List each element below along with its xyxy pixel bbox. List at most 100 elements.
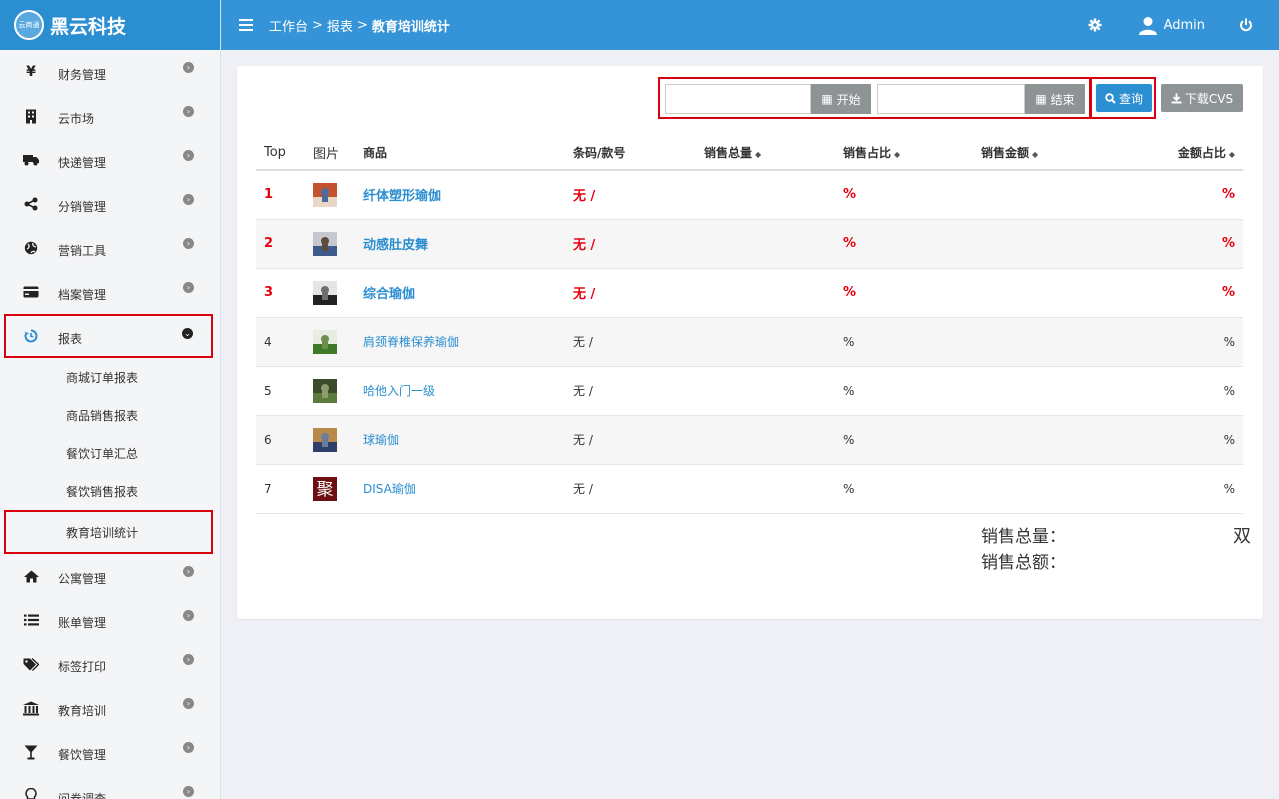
topbar: 工作台 > 报表 > 教育培训统计 Admin bbox=[221, 0, 1279, 50]
sidebar-item[interactable]: 账单管理 › bbox=[0, 598, 220, 642]
user-icon bbox=[1138, 17, 1157, 35]
summary: 销售总量： 双 销售总额： bbox=[981, 522, 1251, 574]
query-button[interactable]: 查询 bbox=[1096, 84, 1152, 112]
rank-cell: 3 bbox=[256, 268, 305, 318]
product-link[interactable]: 球瑜伽 bbox=[363, 433, 399, 447]
table-row: 5 哈他入门一级 无 /%% bbox=[256, 366, 1243, 416]
col-header-total-qty[interactable]: 销售总量 ◆ bbox=[696, 136, 835, 171]
product-cell: 纤体塑形瑜伽 bbox=[355, 170, 565, 220]
start-date-input[interactable] bbox=[665, 84, 811, 114]
product-link[interactable]: 纤体塑形瑜伽 bbox=[363, 189, 441, 204]
table-row: 2 动感肚皮舞 无 /%% bbox=[256, 219, 1243, 269]
breadcrumb-item[interactable]: 报表 bbox=[327, 16, 353, 35]
amount-ratio-cell: % bbox=[1103, 219, 1243, 269]
rank-cell: 1 bbox=[256, 170, 305, 220]
building-icon bbox=[22, 107, 40, 125]
col-header-amount-ratio[interactable]: 金额占比 ◆ bbox=[1103, 136, 1243, 171]
barcode-cell: 无 / bbox=[565, 170, 696, 220]
download-csv-button[interactable]: 下载CVS bbox=[1161, 84, 1243, 112]
product-link[interactable]: 动感肚皮舞 bbox=[363, 238, 428, 253]
sidebar-item-label: 财务管理 bbox=[58, 67, 107, 82]
lightbulb-icon bbox=[22, 787, 40, 799]
total-qty-cell bbox=[696, 464, 835, 514]
amount-ratio-cell: % bbox=[1103, 366, 1243, 416]
sidebar-item[interactable]: 档案管理 › bbox=[0, 270, 220, 314]
menu-toggle-icon[interactable] bbox=[239, 19, 253, 31]
card-icon bbox=[22, 283, 40, 301]
brand[interactable]: 云商通 黑云科技 bbox=[0, 0, 220, 50]
qty-ratio-cell: % bbox=[835, 366, 973, 416]
breadcrumb-separator: > bbox=[312, 17, 323, 33]
sidebar-item-label: 公寓管理 bbox=[58, 571, 107, 586]
end-date-input[interactable] bbox=[877, 84, 1025, 114]
user-menu[interactable]: Admin bbox=[1138, 15, 1205, 35]
product-link[interactable]: 哈他入门一级 bbox=[363, 384, 435, 398]
total-qty-cell bbox=[696, 219, 835, 269]
breadcrumb: 工作台 > 报表 > 教育培训统计 bbox=[269, 16, 450, 35]
sidebar-item-label: 云市场 bbox=[58, 111, 95, 126]
rank-cell: 5 bbox=[256, 366, 305, 416]
sidebar-subitem[interactable]: 教育培训统计 bbox=[4, 510, 213, 554]
amount-cell bbox=[973, 317, 1103, 367]
product-link[interactable]: 肩颈脊椎保养瑜伽 bbox=[363, 335, 459, 349]
chevron-right-icon: › bbox=[183, 62, 194, 73]
sidebar-subitem[interactable]: 餐饮订单汇总 bbox=[0, 434, 220, 472]
qty-ratio-cell: % bbox=[835, 317, 973, 367]
sidebar-item[interactable]: ¥ 财务管理 › bbox=[0, 50, 220, 94]
thumbnail-cell bbox=[305, 219, 355, 269]
power-icon[interactable] bbox=[1239, 18, 1253, 32]
col-header-barcode: 条码/款号 bbox=[565, 136, 696, 171]
sidebar-item[interactable]: 问卷调查 › bbox=[0, 774, 220, 799]
qty-ratio-cell: % bbox=[835, 415, 973, 465]
sidebar-item-label: 问卷调查 bbox=[58, 791, 107, 799]
sidebar-item[interactable]: 云市场 › bbox=[0, 94, 220, 138]
product-link[interactable]: DISA瑜伽 bbox=[363, 482, 416, 496]
sidebar-subitem[interactable]: 餐饮销售报表 bbox=[0, 472, 220, 510]
summary-total-amount: 销售总额： bbox=[981, 548, 1251, 574]
sidebar-item[interactable]: 营销工具 › bbox=[0, 226, 220, 270]
product-thumbnail bbox=[313, 231, 355, 256]
sidebar-item[interactable]: 标签打印 › bbox=[0, 642, 220, 686]
col-header-amount[interactable]: 销售金额 ◆ bbox=[973, 136, 1103, 171]
sort-icon: ◆ bbox=[894, 150, 901, 159]
sort-icon: ◆ bbox=[1228, 150, 1235, 159]
yen-icon: ¥ bbox=[26, 64, 36, 80]
sidebar-subitem[interactable]: 商城订单报表 bbox=[0, 358, 220, 396]
table-row: 4 肩颈脊椎保养瑜伽 无 /%% bbox=[256, 317, 1243, 367]
product-thumbnail bbox=[313, 378, 355, 403]
barcode-cell: 无 / bbox=[565, 415, 696, 465]
glass-icon bbox=[22, 743, 40, 761]
svg-text:聚: 聚 bbox=[317, 480, 334, 500]
gear-icon[interactable] bbox=[1088, 18, 1102, 32]
product-cell: 综合瑜伽 bbox=[355, 268, 565, 318]
sidebar-subitem[interactable]: 商品销售报表 bbox=[0, 396, 220, 434]
barcode-cell: 无 / bbox=[565, 366, 696, 416]
product-cell: 球瑜伽 bbox=[355, 415, 565, 465]
total-qty-cell bbox=[696, 366, 835, 416]
sidebar-item[interactable]: 分销管理 › bbox=[0, 182, 220, 226]
table-row: 1 纤体塑形瑜伽 无 /%% bbox=[256, 170, 1243, 220]
sidebar-item[interactable]: 快递管理 › bbox=[0, 138, 220, 182]
end-date-button[interactable]: ▦ 结束 bbox=[1025, 84, 1085, 114]
summary-qty-unit: 双 bbox=[1233, 526, 1251, 547]
col-header-top: Top bbox=[256, 136, 305, 171]
col-header-qty-ratio[interactable]: 销售占比 ◆ bbox=[835, 136, 973, 171]
sidebar-item-reports[interactable]: 报表 ⌄ bbox=[4, 314, 213, 358]
col-header-product: 商品 bbox=[355, 136, 565, 171]
product-link[interactable]: 综合瑜伽 bbox=[363, 287, 415, 302]
start-date-button[interactable]: ▦ 开始 bbox=[811, 84, 871, 114]
barcode-cell: 无 / bbox=[565, 268, 696, 318]
amount-cell bbox=[973, 415, 1103, 465]
user-name: Admin bbox=[1163, 17, 1205, 33]
sort-icon: ◆ bbox=[1032, 150, 1039, 159]
sidebar-item[interactable]: 公寓管理 › bbox=[0, 554, 220, 598]
sidebar-item[interactable]: 餐饮管理 › bbox=[0, 730, 220, 774]
sidebar-item-label: 教育培训 bbox=[58, 703, 107, 718]
sidebar-item[interactable]: 教育培训 › bbox=[0, 686, 220, 730]
amount-cell bbox=[973, 170, 1103, 220]
breadcrumb-item[interactable]: 工作台 bbox=[269, 16, 308, 35]
product-cell: 动感肚皮舞 bbox=[355, 219, 565, 269]
col-header-image: 图片 bbox=[305, 136, 355, 171]
amount-ratio-cell: % bbox=[1103, 464, 1243, 514]
tags-icon bbox=[22, 655, 40, 673]
